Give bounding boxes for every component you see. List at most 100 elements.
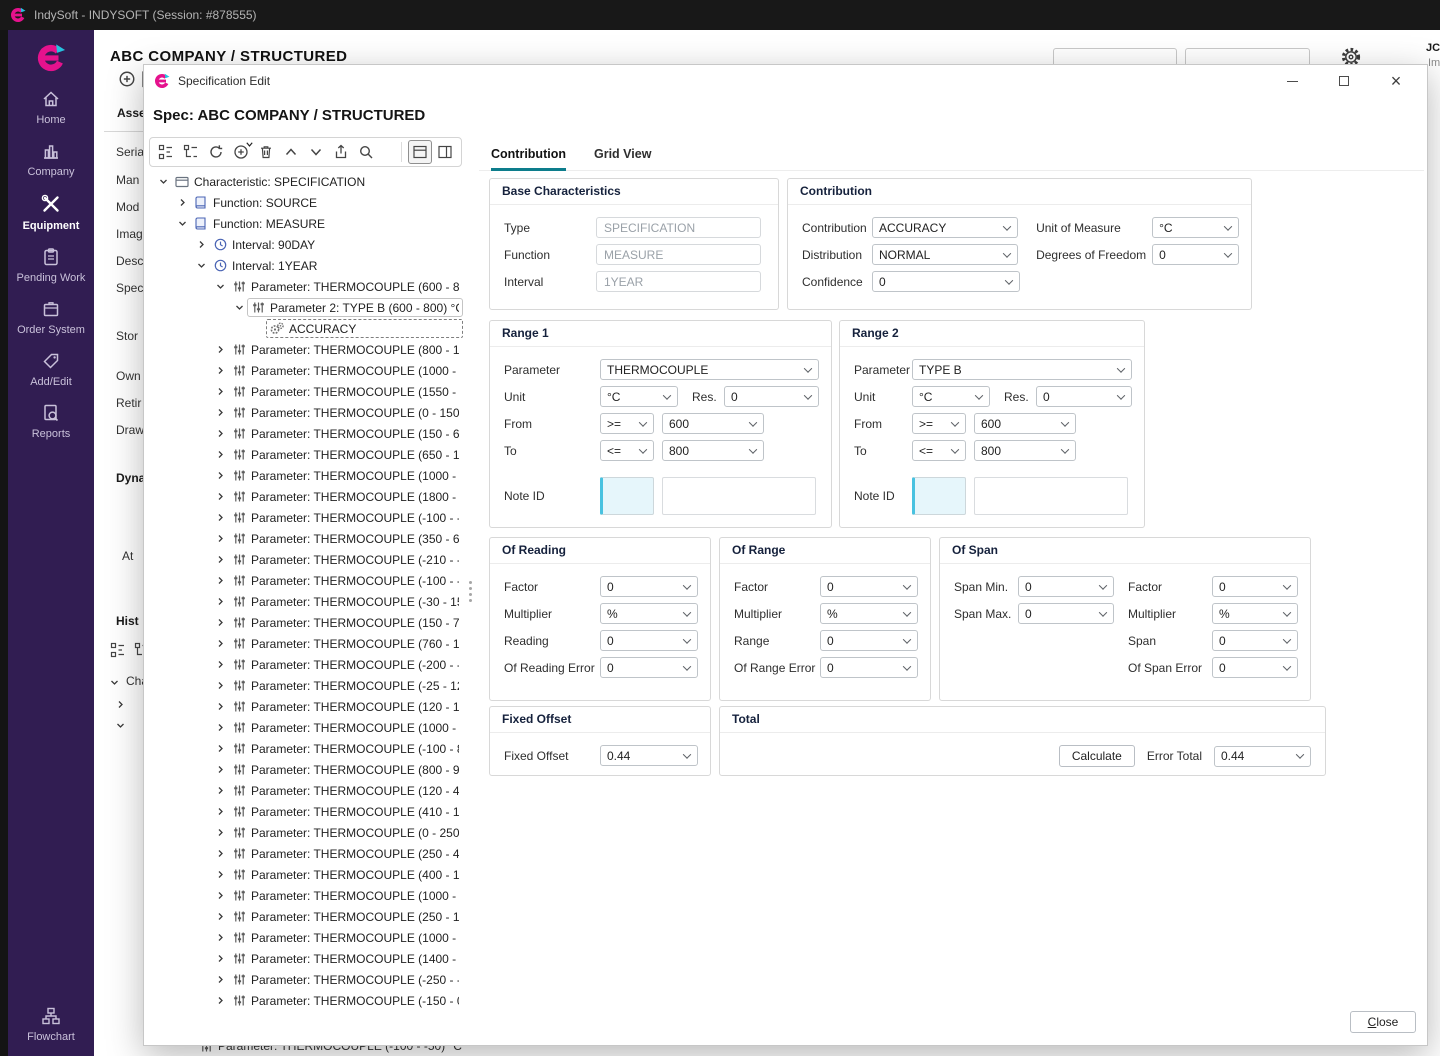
contribution-select[interactable]: ACCURACY xyxy=(872,217,1018,238)
collapse-chevron-icon[interactable] xyxy=(193,261,209,270)
tree-node-content[interactable]: Parameter: THERMOCOUPLE (600 - 800) °C xyxy=(228,277,463,296)
move-up-button[interactable] xyxy=(279,140,303,164)
expand-chevron-icon[interactable] xyxy=(212,765,228,774)
refresh-button[interactable] xyxy=(204,140,228,164)
close-window-button[interactable]: × xyxy=(1385,70,1407,92)
tree-node[interactable]: Parameter: THERMOCOUPLE (-30 - 150) °C xyxy=(149,591,463,612)
expand-chevron-icon[interactable] xyxy=(212,513,228,522)
user-initials[interactable]: JC xyxy=(1426,42,1440,54)
tree-node[interactable]: ACCURACY xyxy=(149,318,463,339)
collapse-chevron-icon[interactable] xyxy=(212,282,228,291)
expand-chevron-icon[interactable] xyxy=(212,660,228,669)
expand-chevron-icon[interactable] xyxy=(116,700,125,709)
tree-node[interactable]: Parameter: THERMOCOUPLE (1000 - 1372) °C xyxy=(149,717,463,738)
expand-chevron-icon[interactable] xyxy=(212,954,228,963)
tree-node[interactable]: Parameter: THERMOCOUPLE (-210 - -100) °C xyxy=(149,549,463,570)
tree-node-content[interactable]: Interval: 1YEAR xyxy=(209,256,463,275)
tab-asset[interactable]: Asse xyxy=(117,106,146,120)
expand-chevron-icon[interactable] xyxy=(212,450,228,459)
tree-node-content[interactable]: Function: MEASURE xyxy=(190,214,463,233)
to-value-select[interactable]: 800 xyxy=(974,440,1076,461)
multiplier-select[interactable]: % xyxy=(820,603,918,624)
tree-node-content[interactable]: Parameter: THERMOCOUPLE (-210 - -100) °C xyxy=(228,550,463,569)
expand-chevron-icon[interactable] xyxy=(212,534,228,543)
dialog-titlebar[interactable]: Specification Edit × xyxy=(144,65,1427,97)
collapse-chevron-icon[interactable] xyxy=(231,303,247,312)
expand-chevron-icon[interactable] xyxy=(212,912,228,921)
distribution-select[interactable]: NORMAL xyxy=(872,244,1018,265)
add-record-icon[interactable] xyxy=(118,70,136,88)
tree-node[interactable]: Parameter: THERMOCOUPLE (-100 - -25) °C xyxy=(149,507,463,528)
tree-node-content[interactable]: Parameter: THERMOCOUPLE (800 - 900) °C xyxy=(228,760,463,779)
res-select[interactable]: 0 xyxy=(724,386,819,407)
tree-node-content[interactable]: Parameter: THERMOCOUPLE (-150 - 0) °C xyxy=(228,991,463,1010)
tree-node[interactable]: Interval: 90DAY xyxy=(149,234,463,255)
expand-chevron-icon[interactable] xyxy=(212,744,228,753)
multiplier-select[interactable]: % xyxy=(600,603,698,624)
sidebar-item-order-system[interactable]: Order System xyxy=(8,291,94,343)
from-value-select[interactable]: 600 xyxy=(974,413,1076,434)
tree-node-content[interactable]: Parameter: THERMOCOUPLE (0 - 150) °C xyxy=(228,403,463,422)
expand-chevron-icon[interactable] xyxy=(212,555,228,564)
expand-chevron-icon[interactable] xyxy=(212,387,228,396)
tree-node[interactable]: Parameter: THERMOCOUPLE (400 - 1000) °C xyxy=(149,864,463,885)
search-button[interactable] xyxy=(354,140,378,164)
tree-node-content[interactable]: Parameter: THERMOCOUPLE (1400 - 1767) °C xyxy=(228,949,463,968)
export-button[interactable] xyxy=(329,140,353,164)
tree-node-content[interactable]: Parameter: THERMOCOUPLE (-25 - 120) °C xyxy=(228,676,463,695)
tree-node-content[interactable]: Characteristic: SPECIFICATION xyxy=(171,172,463,191)
tree-node[interactable]: Parameter: THERMOCOUPLE (350 - 650) °C xyxy=(149,528,463,549)
note-id-input[interactable] xyxy=(600,477,654,515)
reading-select[interactable]: 0 xyxy=(600,630,698,651)
layout-toggle-top-button[interactable] xyxy=(408,140,432,164)
expand-chevron-icon[interactable] xyxy=(212,345,228,354)
tree-node[interactable]: Parameter: THERMOCOUPLE (600 - 800) °C xyxy=(149,276,463,297)
add-button[interactable] xyxy=(229,140,253,164)
sidebar-item-add-edit[interactable]: Add/Edit xyxy=(8,343,94,395)
factor-select[interactable]: 0 xyxy=(600,576,698,597)
expand-chevron-icon[interactable] xyxy=(212,849,228,858)
tree-node[interactable]: Characteristic: SPECIFICATION xyxy=(149,171,463,192)
span-max-select[interactable]: 0 xyxy=(1018,603,1114,624)
tree-node-content[interactable]: Parameter: THERMOCOUPLE (1000 - 1550) °C xyxy=(228,361,463,380)
tree-node-content[interactable]: Parameter: THERMOCOUPLE (150 - 650) °C xyxy=(228,424,463,443)
fixed-offset-select[interactable]: 0.44 xyxy=(600,745,698,766)
tree-node-content[interactable]: Parameter: THERMOCOUPLE (-100 - -25) °C xyxy=(228,508,463,527)
tree-node[interactable]: Parameter: THERMOCOUPLE (150 - 760) °C xyxy=(149,612,463,633)
expand-chevron-icon[interactable] xyxy=(212,618,228,627)
from-operator-select[interactable]: >= xyxy=(912,413,966,434)
tree-node-content[interactable]: Parameter: THERMOCOUPLE (760 - 1200) °C xyxy=(228,634,463,653)
sidebar-item-pending-work[interactable]: Pending Work xyxy=(8,239,94,291)
sidebar-item-company[interactable]: Company xyxy=(8,133,94,185)
expand-chevron-icon[interactable] xyxy=(212,828,228,837)
tree-node[interactable]: Parameter: THERMOCOUPLE (120 - 410) °C xyxy=(149,780,463,801)
res-select[interactable]: 0 xyxy=(1036,386,1132,407)
expand-chevron-icon[interactable] xyxy=(212,996,228,1005)
collapse-chevron-icon[interactable] xyxy=(110,678,119,687)
tree-node[interactable]: Parameter: THERMOCOUPLE (410 - 1300) °C xyxy=(149,801,463,822)
tree-node-content[interactable]: Parameter: THERMOCOUPLE (120 - 1000) °C xyxy=(228,697,463,716)
tree-node[interactable]: Parameter: THERMOCOUPLE (0 - 250) °C xyxy=(149,822,463,843)
tree-node-content[interactable]: Parameter: THERMOCOUPLE (800 - 1000) °C xyxy=(228,340,463,359)
tree-node-content[interactable]: Parameter 2: TYPE B (600 - 800) °C xyxy=(247,298,463,317)
collapse-chevron-icon[interactable] xyxy=(116,721,125,730)
tree-node[interactable]: Function: MEASURE xyxy=(149,213,463,234)
unit-select[interactable]: °C xyxy=(600,386,678,407)
tree-node[interactable]: Parameter: THERMOCOUPLE (1000 - 1400) °C xyxy=(149,927,463,948)
collapse-chevron-icon[interactable] xyxy=(174,219,190,228)
expand-chevron-icon[interactable] xyxy=(212,870,228,879)
tab-contribution[interactable]: Contribution xyxy=(491,141,566,171)
tree-node-content[interactable]: Parameter: THERMOCOUPLE (250 - 400) °C xyxy=(228,844,463,863)
factor-select[interactable]: 0 xyxy=(820,576,918,597)
expand-chevron-icon[interactable] xyxy=(212,807,228,816)
expand-chevron-icon[interactable] xyxy=(212,702,228,711)
expand-chevron-icon[interactable] xyxy=(212,597,228,606)
degrees-of-freedom-select[interactable]: 0 xyxy=(1152,244,1239,265)
tree-node-content[interactable]: Parameter: THERMOCOUPLE (0 - 250) °C xyxy=(228,823,463,842)
tree-node[interactable]: Parameter: THERMOCOUPLE (-25 - 120) °C xyxy=(149,675,463,696)
expand-chevron-icon[interactable] xyxy=(212,786,228,795)
tree-node[interactable]: Parameter: THERMOCOUPLE (-150 - 0) °C xyxy=(149,990,463,1011)
expand-chevron-icon[interactable] xyxy=(174,198,190,207)
splitter-handle[interactable] xyxy=(466,171,475,1011)
note-id-input[interactable] xyxy=(912,477,966,515)
